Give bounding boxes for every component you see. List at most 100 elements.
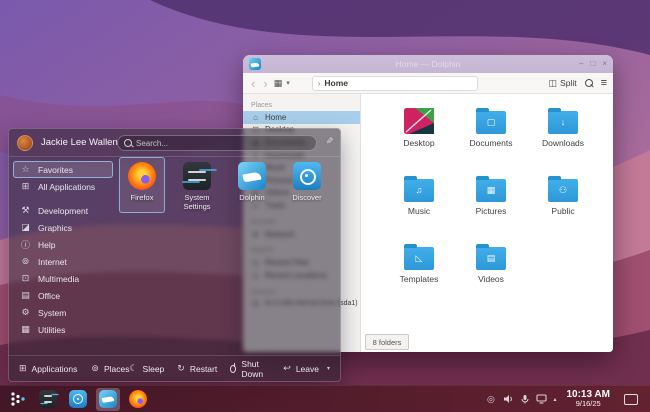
videos-folder-icon: ▤ bbox=[476, 247, 506, 270]
tab-places[interactable]: ⊚ Places bbox=[91, 363, 129, 374]
maximize-button[interactable]: □ bbox=[590, 60, 595, 68]
desktop-folder-icon bbox=[404, 108, 434, 134]
breadcrumb-home[interactable]: Home bbox=[324, 78, 348, 88]
taskbar-dolphin-active[interactable] bbox=[96, 388, 120, 411]
favorite-discover[interactable]: Discover bbox=[284, 157, 330, 213]
taskbar-system-settings[interactable] bbox=[36, 388, 60, 411]
nav-favorites[interactable]: ☆ Favorites bbox=[13, 161, 113, 178]
nav-help[interactable]: ⓘ Help bbox=[13, 236, 113, 253]
nav-internet[interactable]: ⊚ Internet bbox=[13, 253, 113, 270]
forward-button[interactable]: › bbox=[261, 77, 269, 90]
split-label: Split bbox=[560, 78, 577, 88]
restart-button[interactable]: ↻ Restart bbox=[177, 363, 217, 374]
nav-all-applications[interactable]: ⊞ All Applications bbox=[13, 178, 113, 195]
discover-icon bbox=[293, 162, 321, 190]
favorites-icon: ☆ bbox=[20, 164, 31, 175]
search-field[interactable] bbox=[117, 135, 317, 151]
places-section-header: Places bbox=[243, 99, 360, 111]
nav-development[interactable]: ⚒ Development bbox=[13, 202, 113, 219]
breadcrumb[interactable]: › Home bbox=[312, 76, 478, 91]
place-home[interactable]: ⌂ Home bbox=[243, 111, 360, 124]
all-applications-icon: ⊞ bbox=[20, 181, 31, 192]
templates-folder-icon: ◺ bbox=[404, 247, 434, 270]
status-bar: 8 folders bbox=[365, 334, 409, 350]
taskbar-discover[interactable] bbox=[66, 388, 90, 411]
avatar[interactable] bbox=[17, 135, 33, 151]
places-icon: ⊚ bbox=[91, 363, 99, 374]
tab-applications[interactable]: ⊞ Applications bbox=[19, 363, 77, 374]
dolphin-icon bbox=[99, 390, 117, 408]
folder-videos[interactable]: ▤ Videos bbox=[455, 240, 527, 308]
firefox-icon bbox=[128, 162, 156, 190]
edit-pencil-icon[interactable]: ✎ bbox=[326, 136, 334, 147]
pictures-folder-icon: ▦ bbox=[476, 179, 506, 202]
launcher-nav: ☆ Favorites ⊞ All Applications ⚒ Develop… bbox=[13, 161, 113, 338]
back-button[interactable]: ‹ bbox=[249, 77, 257, 90]
downloads-folder-icon: ↓ bbox=[548, 111, 578, 134]
search-icon[interactable] bbox=[585, 79, 593, 87]
display-network-icon[interactable] bbox=[536, 394, 547, 405]
window-title: Home — Dolphin bbox=[243, 59, 613, 69]
chevron-down-icon: ▾ bbox=[327, 365, 330, 372]
desktop: Home — Dolphin – □ × ‹ › ▦ ▾ › Home ◫ Sp… bbox=[0, 0, 650, 412]
folder-templates[interactable]: ◺ Templates bbox=[383, 240, 455, 308]
leave-button[interactable]: ↩ Leave ▾ bbox=[283, 363, 330, 374]
volume-icon[interactable] bbox=[502, 394, 513, 405]
favorite-dolphin[interactable]: Dolphin bbox=[229, 157, 275, 213]
view-mode-caret-icon[interactable]: ▾ bbox=[286, 79, 290, 87]
digital-clock[interactable]: 10:13 AM 9/16/25 bbox=[566, 389, 610, 409]
close-button[interactable]: × bbox=[602, 60, 607, 68]
nav-office[interactable]: ▤ Office bbox=[13, 287, 113, 304]
search-input[interactable] bbox=[136, 139, 286, 148]
system-icon: ⚙ bbox=[20, 307, 31, 318]
nav-graphics[interactable]: ◪ Graphics bbox=[13, 219, 113, 236]
sleep-button[interactable]: ☾ Sleep bbox=[129, 363, 164, 374]
nav-utilities[interactable]: ▦ Utilities bbox=[13, 321, 113, 338]
restart-icon: ↻ bbox=[177, 363, 185, 374]
dolphin-titlebar[interactable]: Home — Dolphin – □ × bbox=[243, 55, 613, 73]
public-folder-icon: ⚇ bbox=[548, 179, 578, 202]
folder-downloads[interactable]: ↓ Downloads bbox=[527, 104, 599, 172]
favorite-system-settings[interactable]: System Settings bbox=[174, 157, 220, 213]
nav-system[interactable]: ⚙ System bbox=[13, 304, 113, 321]
search-icon bbox=[124, 139, 132, 147]
menu-icon[interactable]: ≡ bbox=[601, 77, 607, 89]
split-button[interactable]: ◫ Split bbox=[549, 78, 577, 89]
user-name: Jackie Lee Wallen bbox=[41, 137, 118, 148]
help-icon: ⓘ bbox=[20, 238, 31, 251]
folder-public[interactable]: ⚇ Public bbox=[527, 172, 599, 240]
taskbar-firefox[interactable] bbox=[126, 388, 150, 411]
kickoff-icon bbox=[10, 391, 26, 407]
favorite-firefox[interactable]: Firefox bbox=[119, 157, 165, 213]
show-desktop-button[interactable] bbox=[624, 394, 638, 405]
tray-expand-icon[interactable]: ▴ bbox=[553, 396, 556, 403]
music-folder-icon: ♫ bbox=[404, 179, 434, 202]
shut-down-button[interactable]: Shut Down bbox=[230, 359, 270, 379]
sleep-icon: ☾ bbox=[129, 363, 137, 374]
application-launcher-menu: Jackie Lee Wallen ✎ ☆ Favorites ⊞ All Ap… bbox=[8, 128, 341, 382]
application-launcher-button[interactable] bbox=[6, 388, 30, 411]
internet-icon: ⊚ bbox=[20, 256, 31, 267]
development-icon: ⚒ bbox=[20, 205, 31, 216]
system-settings-icon bbox=[39, 390, 57, 408]
graphics-icon: ◪ bbox=[20, 222, 31, 233]
discover-icon bbox=[69, 390, 87, 408]
dolphin-app-icon bbox=[249, 58, 261, 70]
folder-desktop[interactable]: Desktop bbox=[383, 104, 455, 172]
minimize-button[interactable]: – bbox=[579, 60, 583, 68]
microphone-icon[interactable] bbox=[519, 394, 530, 405]
view-mode-icon[interactable]: ▦ bbox=[274, 78, 283, 89]
folder-pictures[interactable]: ▦ Pictures bbox=[455, 172, 527, 240]
clock-date: 9/16/25 bbox=[566, 400, 610, 409]
power-icon bbox=[230, 365, 236, 373]
folder-view: Desktop ▢ Documents ↓ Downloads ♫ Music bbox=[361, 94, 613, 352]
nav-multimedia[interactable]: ⊡ Multimedia bbox=[13, 270, 113, 287]
folder-music[interactable]: ♫ Music bbox=[383, 172, 455, 240]
firefox-icon bbox=[129, 390, 147, 408]
dolphin-toolbar: ‹ › ▦ ▾ › Home ◫ Split ≡ bbox=[243, 73, 613, 94]
status-notifier-icon[interactable]: ◎ bbox=[485, 394, 496, 405]
split-icon: ◫ bbox=[549, 78, 558, 89]
multimedia-icon: ⊡ bbox=[20, 273, 31, 284]
breadcrumb-chevron-icon: › bbox=[318, 79, 321, 88]
folder-documents[interactable]: ▢ Documents bbox=[455, 104, 527, 172]
